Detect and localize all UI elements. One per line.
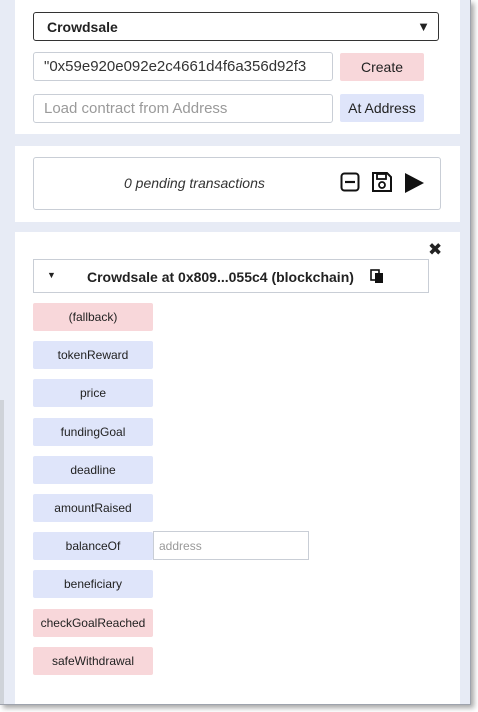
instance-header[interactable]: ▼ Crowdsale at 0x809...055c4 (blockchain… xyxy=(33,259,429,293)
at-address-button[interactable]: At Address xyxy=(340,94,424,122)
contract-select-value: Crowdsale xyxy=(47,18,118,35)
function-button-deadline[interactable]: deadline xyxy=(33,456,153,484)
copy-icon[interactable] xyxy=(370,269,384,284)
function-button-amountraised[interactable]: amountRaised xyxy=(33,494,153,522)
constructor-args-input[interactable]: "0x59e920e092e2c4661d4f6a356d92f3 xyxy=(33,52,333,81)
close-icon[interactable]: ✖ xyxy=(428,240,442,260)
instances-panel: ✖ ▼ Crowdsale at 0x809...055c4 (blockcha… xyxy=(15,232,460,704)
function-button-safewithdrawal[interactable]: safeWithdrawal xyxy=(33,647,153,675)
function-button-checkgoalreached[interactable]: checkGoalReached xyxy=(33,609,153,637)
function-button-fundinggoal[interactable]: fundingGoal xyxy=(33,418,153,446)
play-icon[interactable] xyxy=(403,171,425,195)
contract-address-input[interactable]: Load contract from Address xyxy=(33,94,333,123)
deploy-panel: Crowdsale ▼ "0x59e920e092e2c4661d4f6a356… xyxy=(15,0,460,134)
scroll-edge xyxy=(0,400,4,704)
transactions-panel: 0 pending transactions xyxy=(15,146,460,222)
contract-select[interactable]: Crowdsale ▼ xyxy=(33,12,439,41)
minus-square-icon[interactable] xyxy=(340,172,360,192)
save-icon[interactable] xyxy=(371,171,393,193)
function-button-balanceof[interactable]: balanceOf xyxy=(33,532,153,560)
instance-title: Crowdsale at 0x809...055c4 (blockchain) xyxy=(87,269,354,285)
balanceof-address-input[interactable]: address xyxy=(153,531,309,560)
collapse-triangle-icon[interactable]: ▼ xyxy=(47,270,56,280)
run-tab-frame: Crowdsale ▼ "0x59e920e092e2c4661d4f6a356… xyxy=(0,0,471,705)
pending-transactions-box: 0 pending transactions xyxy=(33,157,441,210)
function-button-fallback[interactable]: (fallback) xyxy=(33,303,153,331)
create-button[interactable]: Create xyxy=(340,53,424,81)
pending-transactions-text: 0 pending transactions xyxy=(124,175,265,191)
function-button-price[interactable]: price xyxy=(33,379,153,407)
function-button-beneficiary[interactable]: beneficiary xyxy=(33,570,153,598)
dropdown-caret-icon: ▼ xyxy=(417,19,430,34)
function-button-tokenreward[interactable]: tokenReward xyxy=(33,341,153,369)
